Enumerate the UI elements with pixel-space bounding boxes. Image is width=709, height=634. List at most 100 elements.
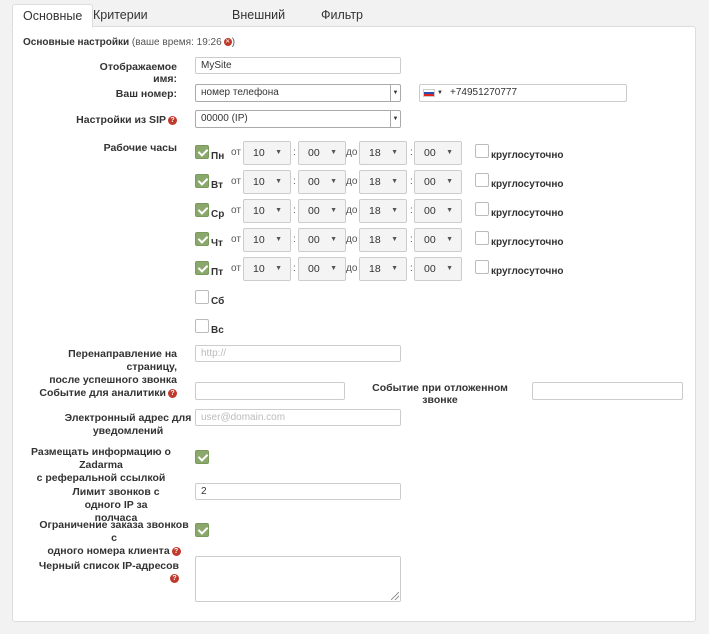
number-type-select[interactable]: номер телефона ▼ [195,84,401,102]
from-minute-value: 00 [308,205,320,217]
email-label-line2: уведомлений [92,425,164,437]
day-label: Чт [211,238,223,249]
zadarma-referral-line2: с реферальной ссылкой [36,472,166,484]
analytics-event-text: Событие для аналитики [39,387,166,399]
round-the-clock-label: круглосуточно [491,150,564,161]
round-the-clock-label: круглосуточно [491,208,564,219]
chevron-down-icon: ▼ [390,85,400,101]
from-minute-select[interactable]: 00 ▼ [298,170,346,194]
to-minute-select[interactable]: 00 ▼ [414,228,462,252]
to-minute-value: 00 [424,234,436,246]
day-label: Вт [211,180,223,191]
chevron-down-icon: ▼ [330,178,337,185]
from-minute-select[interactable]: 00 ▼ [298,141,346,165]
chevron-down-icon: ▼ [390,111,400,127]
tab-appearance[interactable]: Внешний вид [222,4,295,44]
email-input[interactable]: user@domain.com [195,409,401,426]
to-hour-select[interactable]: 18 ▼ [359,228,407,252]
deferred-call-event-input[interactable] [532,382,683,400]
sip-select[interactable]: 00000 (IP) ▼ [195,110,401,128]
email-label: Электронный адрес для уведомлений [57,412,199,438]
chevron-down-icon: ▼ [330,236,337,243]
to-minute-value: 00 [424,147,436,159]
chevron-down-icon: ▼ [391,236,398,243]
chevron-down-icon: ▼ [391,207,398,214]
call-limit-input[interactable]: 2 [195,483,401,500]
from-minute-select[interactable]: 00 ▼ [298,199,346,223]
chevron-down-icon: ▼ [446,149,453,156]
day-checkbox-5[interactable] [195,290,209,304]
russia-flag-icon[interactable] [423,89,435,97]
zadarma-referral-checkbox[interactable] [195,450,209,464]
to-label: до [346,205,358,216]
to-minute-value: 00 [424,263,436,275]
to-label: до [346,176,358,187]
chevron-down-icon: ▼ [391,149,398,156]
to-minute-select[interactable]: 00 ▼ [414,199,462,223]
tab-basic[interactable]: Основные [12,4,94,28]
order-limit-checkbox[interactable] [195,523,209,537]
to-hour-select[interactable]: 18 ▼ [359,199,407,223]
from-hour-value: 10 [253,234,265,246]
from-hour-value: 10 [253,147,265,159]
phone-number-input[interactable]: ▼ +74951270777 [419,84,627,102]
time-separator: : [410,205,413,216]
to-minute-select[interactable]: 00 ▼ [414,141,462,165]
day-label: Сб [211,296,225,307]
chevron-down-icon: ▼ [275,265,282,272]
round-the-clock-checkbox[interactable] [475,231,489,245]
from-hour-select[interactable]: 10 ▼ [243,228,291,252]
from-hour-select[interactable]: 10 ▼ [243,257,291,281]
help-icon[interactable]: ? [168,115,177,125]
round-the-clock-checkbox[interactable] [475,260,489,274]
display-name-input[interactable]: MySite [195,57,401,74]
from-label: от [231,176,241,187]
round-the-clock-label: круглосуточно [491,179,564,190]
tab-number-filter[interactable]: Фильтр номеров [311,4,381,44]
to-hour-select[interactable]: 18 ▼ [359,141,407,165]
time-separator: : [293,234,296,245]
to-hour-select[interactable]: 18 ▼ [359,257,407,281]
from-minute-select[interactable]: 00 ▼ [298,228,346,252]
to-hour-value: 18 [369,205,381,217]
round-the-clock-checkbox[interactable] [475,144,489,158]
day-checkbox-1[interactable] [195,174,209,188]
to-minute-select[interactable]: 00 ▼ [414,257,462,281]
time-separator: : [293,147,296,158]
sip-select-value: 00000 (IP) [201,113,248,124]
chevron-down-icon: ▼ [446,265,453,272]
day-checkbox-6[interactable] [195,319,209,333]
from-minute-select[interactable]: 00 ▼ [298,257,346,281]
day-label: Вс [211,325,224,336]
time-close-icon[interactable]: ✕ [223,38,232,47]
from-hour-select[interactable]: 10 ▼ [243,199,291,223]
round-the-clock-checkbox[interactable] [475,173,489,187]
chevron-down-icon: ▼ [275,149,282,156]
ip-blacklist-textarea[interactable] [195,556,401,602]
round-the-clock-checkbox[interactable] [475,202,489,216]
local-time-note: (ваше время: 19:26 [131,37,222,48]
redirect-label: Перенаправление на страницу, после успеш… [27,348,177,387]
day-checkbox-0[interactable] [195,145,209,159]
help-icon[interactable]: ? [168,388,177,398]
order-limit-line1: Ограничение заказа звонков с [39,519,189,544]
chevron-down-icon: ▼ [330,207,337,214]
to-hour-select[interactable]: 18 ▼ [359,170,407,194]
to-hour-value: 18 [369,263,381,275]
sip-settings-label: Настройки из SIP? [53,114,177,126]
redirect-url-input[interactable]: http:// [195,345,401,362]
analytics-event-input[interactable] [195,382,345,400]
to-minute-select[interactable]: 00 ▼ [414,170,462,194]
help-icon[interactable]: ? [171,546,181,556]
from-hour-select[interactable]: 10 ▼ [243,141,291,165]
day-checkbox-2[interactable] [195,203,209,217]
from-hour-select[interactable]: 10 ▼ [243,170,291,194]
tab-display-criteria[interactable]: Критерии отображения [83,4,179,44]
resize-grip-icon[interactable] [391,592,399,600]
chevron-down-icon: ▼ [275,207,282,214]
time-separator: : [293,176,296,187]
day-checkbox-3[interactable] [195,232,209,246]
day-label: Ср [211,209,225,220]
help-icon[interactable]: ? [170,573,179,583]
day-checkbox-4[interactable] [195,261,209,275]
